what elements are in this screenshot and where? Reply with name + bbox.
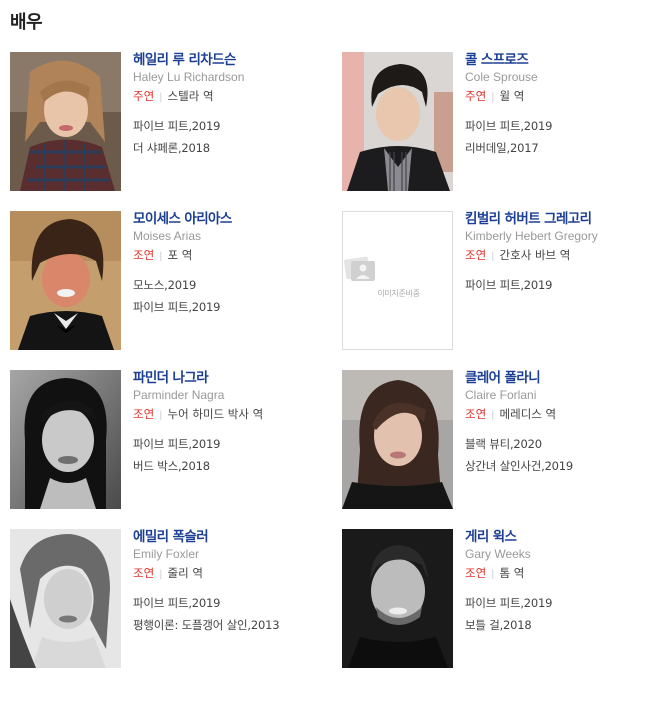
character-name: 윌 역 bbox=[499, 89, 525, 103]
role-type: 조연 bbox=[133, 407, 155, 421]
actor-name-link[interactable]: 에밀리 폭슬러 bbox=[133, 529, 333, 545]
image-placeholder-icon bbox=[343, 256, 375, 281]
role-type: 조연 bbox=[133, 566, 155, 580]
role-type: 조연 bbox=[465, 248, 487, 262]
role-line: 조연 | 누어 하미드 박사 역 bbox=[133, 407, 333, 423]
actor-card: 클레어 폴라니 Claire Forlani 조연 | 메레디스 역 블랙 뷰티,2… bbox=[342, 370, 662, 510]
character-name: 줄리 역 bbox=[167, 566, 203, 580]
actor-name-link[interactable]: 게리 윅스 bbox=[465, 529, 665, 545]
role-separator: | bbox=[491, 569, 495, 580]
filmography-item[interactable]: 파이브 피트,2019 bbox=[133, 596, 333, 611]
role-separator: | bbox=[159, 251, 163, 262]
actor-card: 파민더 나그라 Parminder Nagra 조연 | 누어 하미드 박사 역 파… bbox=[10, 370, 330, 510]
character-name: 간호사 바브 역 bbox=[499, 248, 571, 262]
placeholder-text: 이미지준비중 bbox=[377, 289, 420, 298]
role-line: 조연 | 줄리 역 bbox=[133, 566, 333, 582]
role-type: 조연 bbox=[133, 248, 155, 262]
role-type: 조연 bbox=[465, 407, 487, 421]
filmography-item[interactable]: 버드 박스,2018 bbox=[133, 459, 333, 474]
actor-english-name: Emily Foxler bbox=[133, 547, 200, 561]
actor-name-link[interactable]: 클레어 폴라니 bbox=[465, 370, 665, 386]
actor-english-name: Moises Arias bbox=[133, 229, 202, 243]
actor-photo[interactable] bbox=[10, 370, 121, 509]
role-separator: | bbox=[159, 92, 163, 103]
role-separator: | bbox=[491, 92, 495, 103]
filmography-item[interactable]: 파이브 피트,2019 bbox=[465, 596, 665, 611]
character-name: 메레디스 역 bbox=[499, 407, 557, 421]
character-name: 누어 하미드 박사 역 bbox=[167, 407, 264, 421]
role-line: 조연 | 포 역 bbox=[133, 248, 333, 264]
filmography-item[interactable]: 상간녀 살인사건,2019 bbox=[465, 459, 665, 474]
actor-english-name: Parminder Nagra bbox=[133, 388, 225, 402]
section-title: 배우 bbox=[10, 12, 43, 33]
role-line: 조연 | 톰 역 bbox=[465, 566, 665, 582]
filmography-item[interactable]: 블랙 뷰티,2020 bbox=[465, 437, 665, 452]
filmography-item[interactable]: 파이브 피트,2019 bbox=[133, 437, 333, 452]
filmography-item[interactable]: 모노스,2019 bbox=[133, 278, 333, 293]
actor-english-name: Cole Sprouse bbox=[465, 70, 538, 84]
character-name: 톰 역 bbox=[499, 566, 525, 580]
actor-card: 모이세스 아리아스 Moises Arias 조연 | 포 역 모노스,2019 파… bbox=[10, 211, 330, 351]
actor-name-link[interactable]: 모이세스 아리아스 bbox=[133, 211, 333, 227]
actor-english-name: Kimberly Hebert Gregory bbox=[465, 229, 598, 243]
filmography-item[interactable]: 파이브 피트,2019 bbox=[133, 300, 333, 315]
actor-photo[interactable] bbox=[342, 370, 453, 509]
actor-photo[interactable] bbox=[342, 52, 453, 191]
filmography-item[interactable]: 파이브 피트,2019 bbox=[465, 119, 665, 134]
role-separator: | bbox=[491, 410, 495, 421]
actor-card: 에밀리 폭슬러 Emily Foxler 조연 | 줄리 역 파이브 피트,2019… bbox=[10, 529, 330, 669]
role-type: 조연 bbox=[465, 566, 487, 580]
role-separator: | bbox=[159, 410, 163, 421]
role-separator: | bbox=[491, 251, 495, 262]
actor-english-name: Claire Forlani bbox=[465, 388, 537, 402]
character-name: 포 역 bbox=[167, 248, 193, 262]
filmography-item[interactable]: 더 샤페론,2018 bbox=[133, 141, 333, 156]
actor-photo[interactable] bbox=[10, 211, 121, 350]
actor-name-link[interactable]: 헤일리 루 리차드슨 bbox=[133, 52, 333, 68]
actor-english-name: Haley Lu Richardson bbox=[133, 70, 245, 84]
role-type: 주연 bbox=[133, 89, 155, 103]
role-line: 주연 | 윌 역 bbox=[465, 89, 665, 105]
role-line: 조연 | 간호사 바브 역 bbox=[465, 248, 665, 264]
filmography-item[interactable]: 평행이론: 도플갱어 살인,2013 bbox=[133, 618, 333, 633]
actor-photo[interactable] bbox=[342, 529, 453, 668]
filmography-item[interactable]: 파이브 피트,2019 bbox=[133, 119, 333, 134]
filmography-item[interactable]: 보틀 걸,2018 bbox=[465, 618, 665, 633]
filmography-item[interactable]: 리버데일,2017 bbox=[465, 141, 665, 156]
actor-english-name: Gary Weeks bbox=[465, 547, 531, 561]
actor-card: 콜 스프로즈 Cole Sprouse 주연 | 윌 역 파이브 피트,2019 리… bbox=[342, 52, 662, 192]
actor-photo[interactable] bbox=[10, 52, 121, 191]
actor-card: 게리 윅스 Gary Weeks 조연 | 톰 역 파이브 피트,2019 보틀 걸… bbox=[342, 529, 662, 669]
actor-name-link[interactable]: 킴벌리 허버트 그레고리 bbox=[465, 211, 665, 227]
actor-photo-placeholder[interactable]: 이미지준비중 bbox=[342, 211, 453, 350]
role-separator: | bbox=[159, 569, 163, 580]
actor-name-link[interactable]: 파민더 나그라 bbox=[133, 370, 333, 386]
actor-card: 이미지준비중 킴벌리 허버트 그레고리 Kimberly Hebert Greg… bbox=[342, 211, 662, 351]
filmography-item[interactable]: 파이브 피트,2019 bbox=[465, 278, 665, 293]
actor-photo[interactable] bbox=[10, 529, 121, 668]
role-line: 조연 | 메레디스 역 bbox=[465, 407, 665, 423]
actor-card: 헤일리 루 리차드슨 Haley Lu Richardson 주연 | 스텔라 역 … bbox=[10, 52, 330, 192]
role-type: 주연 bbox=[465, 89, 487, 103]
role-line: 주연 | 스텔라 역 bbox=[133, 89, 333, 105]
actor-name-link[interactable]: 콜 스프로즈 bbox=[465, 52, 665, 68]
character-name: 스텔라 역 bbox=[167, 89, 214, 103]
